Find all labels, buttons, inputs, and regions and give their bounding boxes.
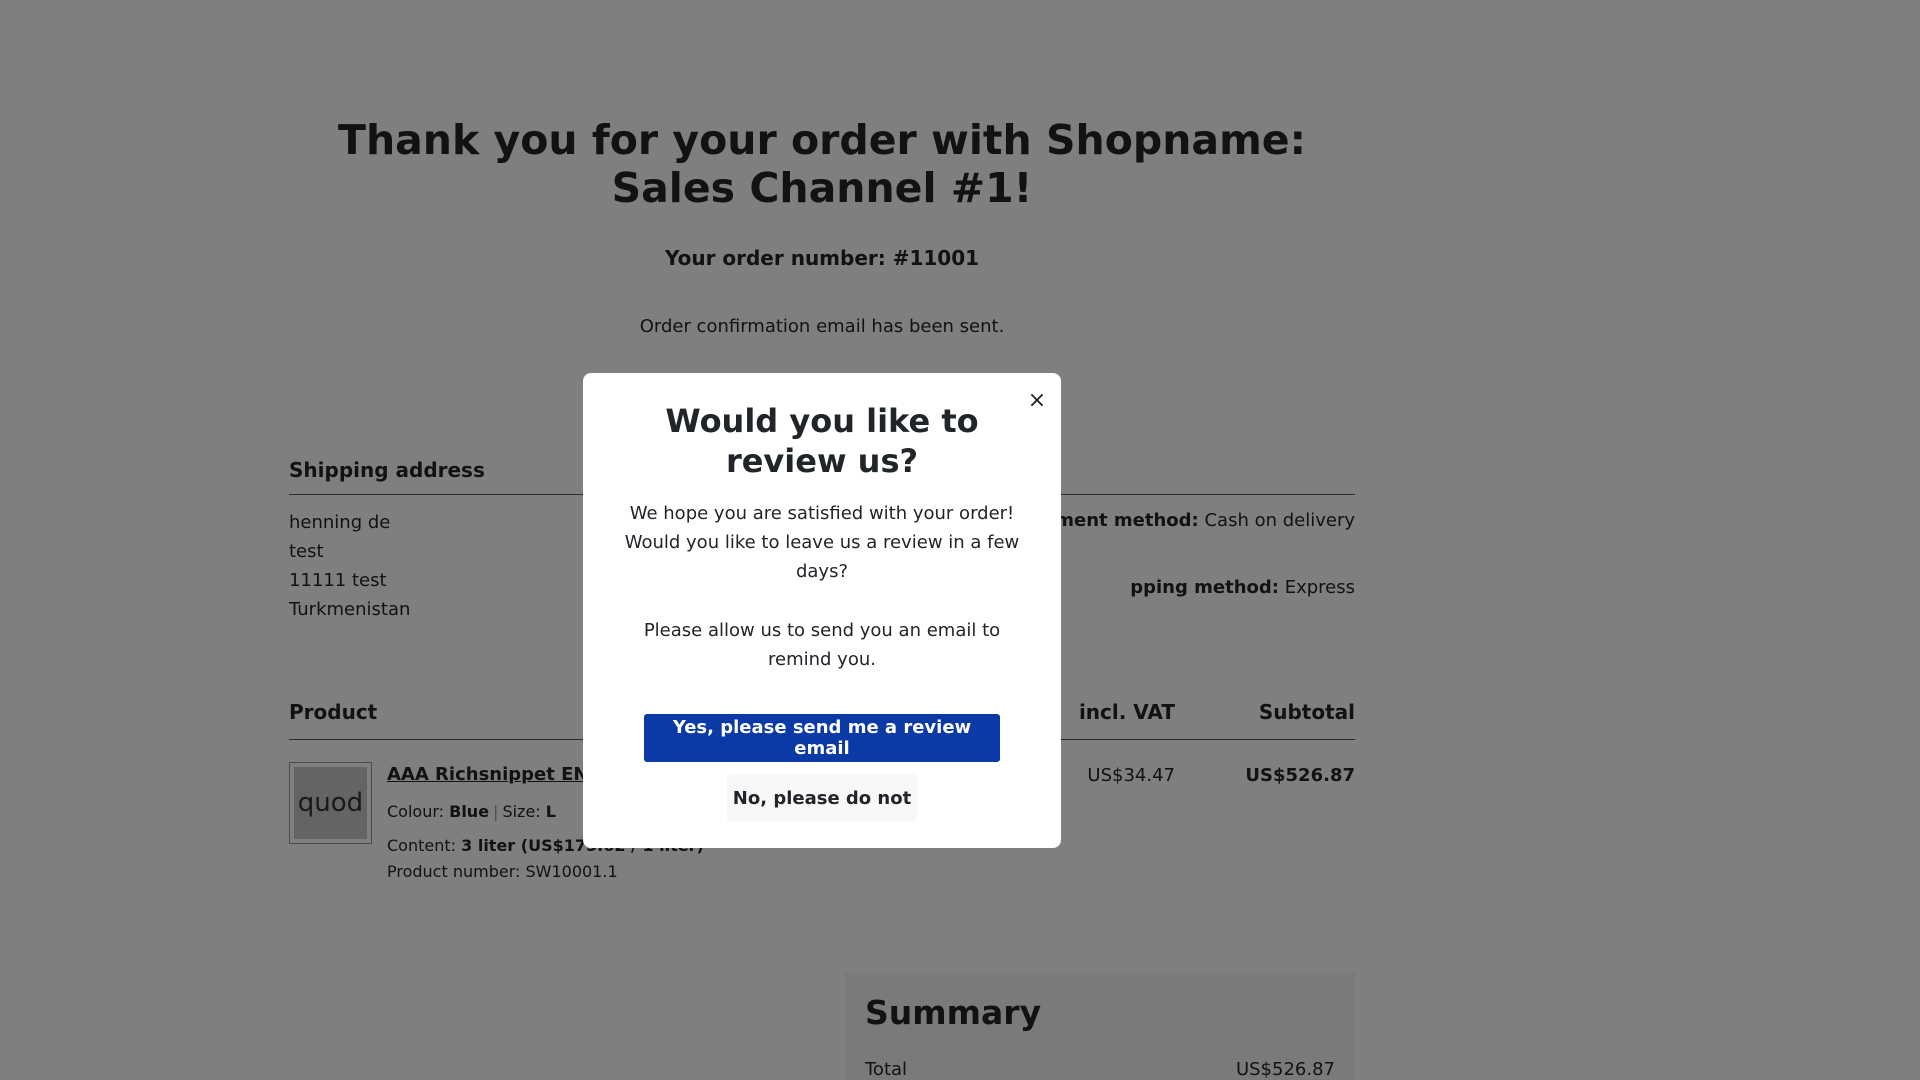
- review-modal: × Would you like to review us? We hope y…: [583, 373, 1061, 848]
- send-review-email-button[interactable]: Yes, please send me a review email: [644, 714, 1000, 762]
- close-icon[interactable]: ×: [1023, 387, 1051, 415]
- modal-title: Would you like to review us?: [665, 402, 979, 480]
- modal-description: We hope you are satisfied with your orde…: [624, 503, 1020, 582]
- decline-review-button[interactable]: No, please do not: [727, 774, 917, 822]
- modal-reminder-text: Please allow us to send you an email to …: [643, 620, 1001, 670]
